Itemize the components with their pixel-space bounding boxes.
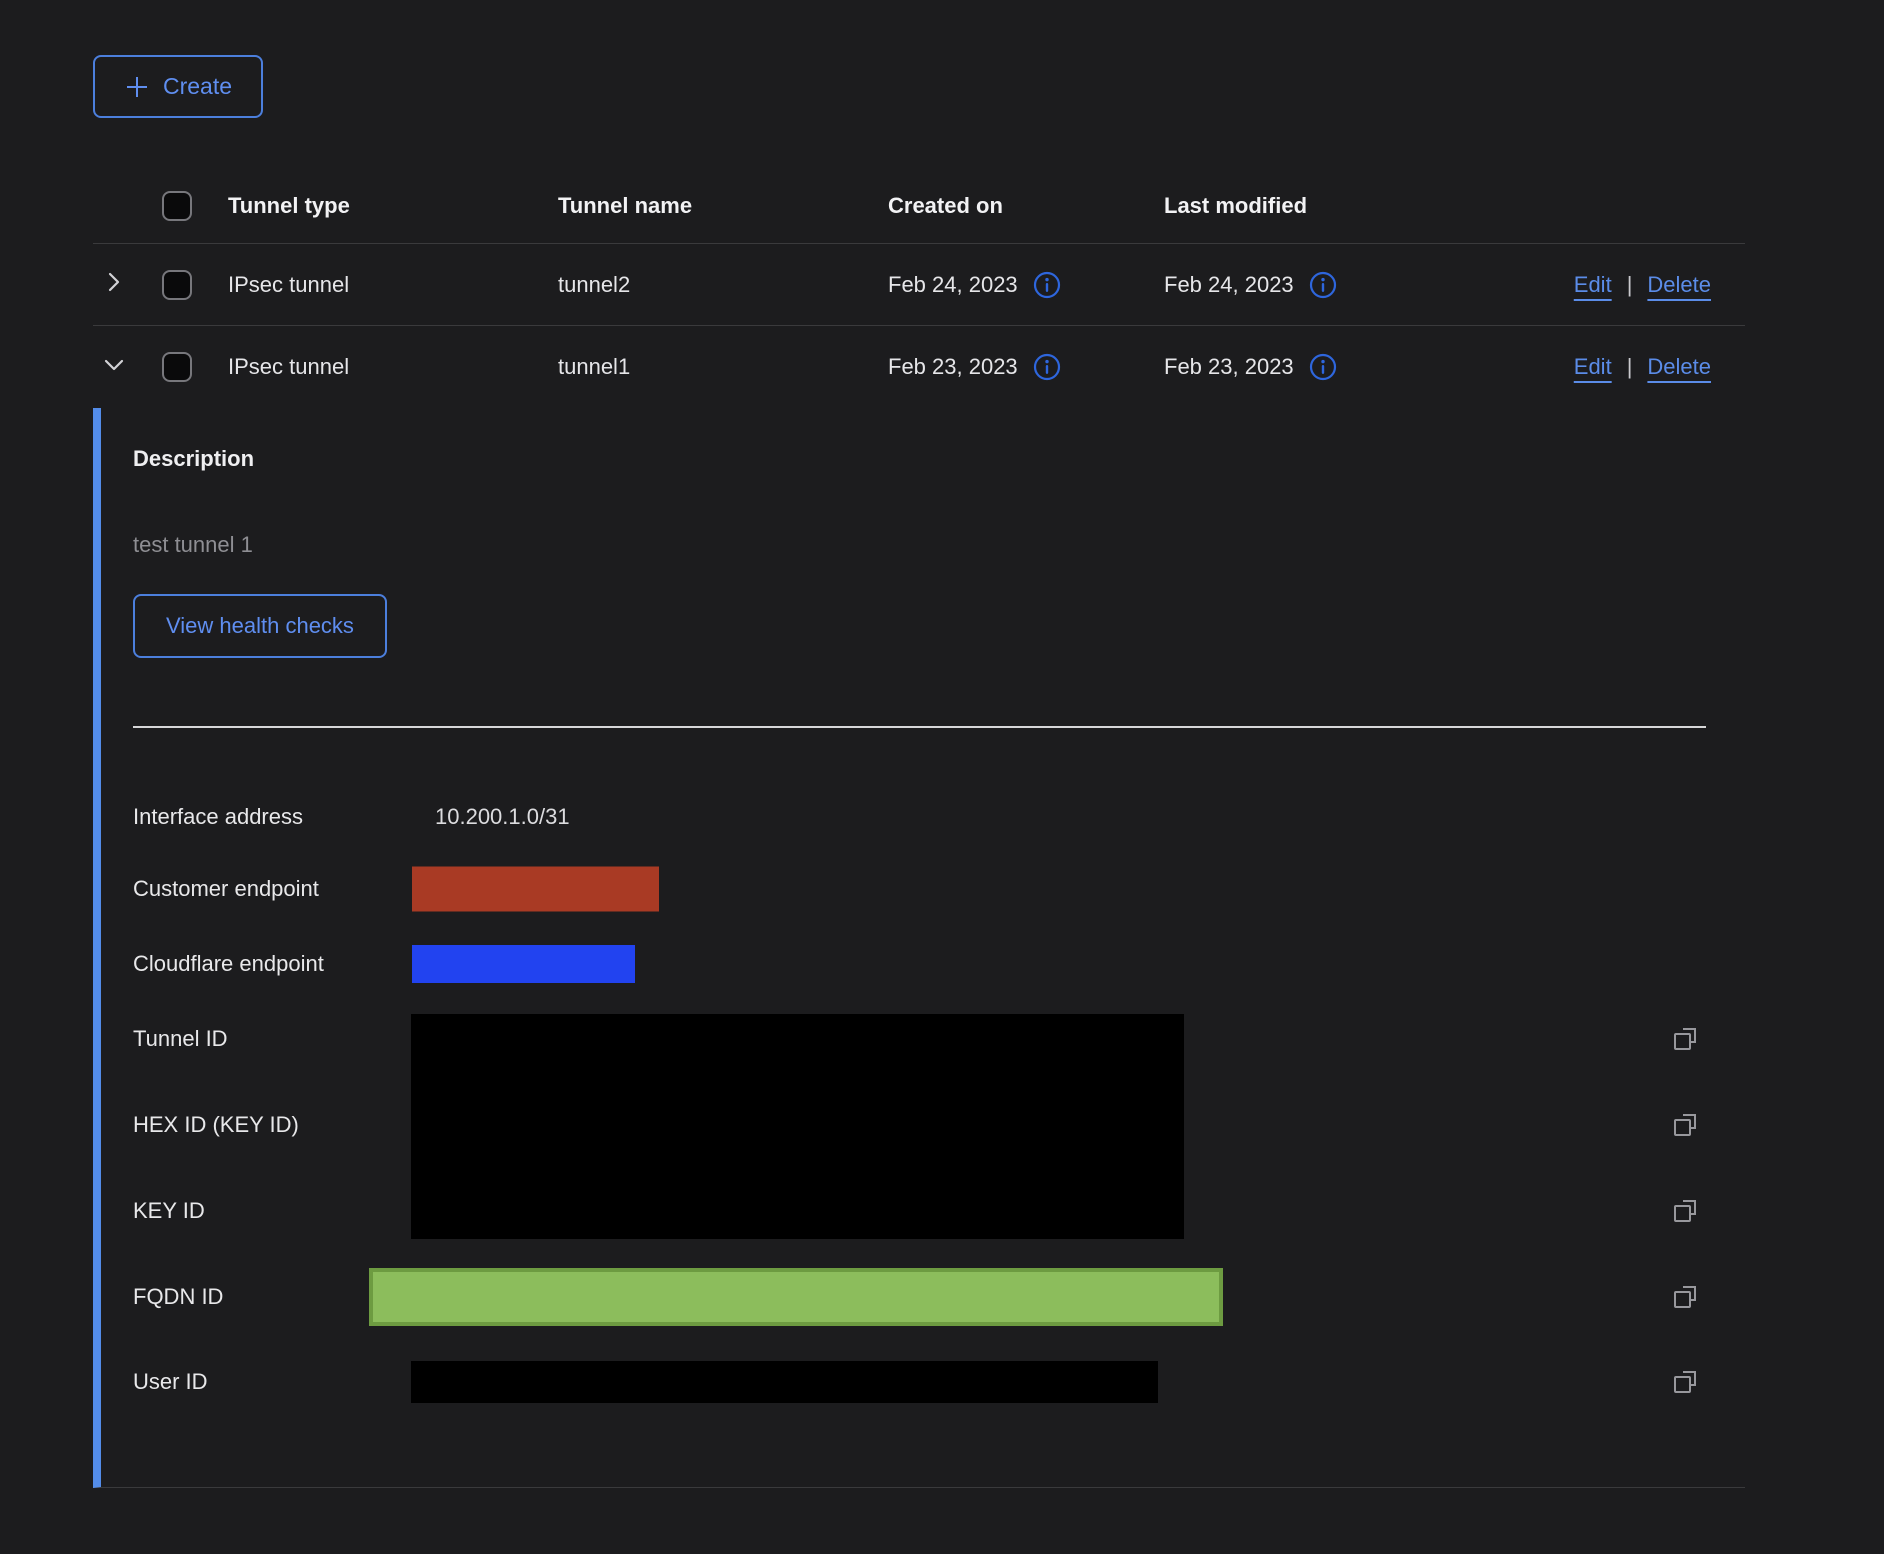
action-separator: | bbox=[1627, 272, 1633, 298]
table-row-tunnel1: IPsec tunnel tunnel1 Feb 23, 2023 Feb 23… bbox=[93, 326, 1745, 408]
description-value: test tunnel 1 bbox=[133, 532, 253, 558]
create-button-label: Create bbox=[163, 73, 232, 100]
info-icon[interactable] bbox=[1033, 271, 1061, 299]
interface-address-label: Interface address bbox=[133, 804, 303, 830]
edit-link[interactable]: Edit bbox=[1574, 272, 1612, 298]
created-on-cell: Feb 23, 2023 bbox=[888, 354, 1018, 380]
column-header-tunnel-type: Tunnel type bbox=[228, 193, 558, 219]
tunnel-details-panel: Description test tunnel 1 View health ch… bbox=[93, 408, 1745, 1488]
last-modified-cell: Feb 23, 2023 bbox=[1164, 354, 1294, 380]
tunnel-name-cell: tunnel1 bbox=[558, 354, 888, 380]
select-row-checkbox[interactable] bbox=[162, 352, 192, 382]
tunnels-page: Create Tunnel type Tunnel name Created o… bbox=[0, 0, 1884, 1554]
delete-link[interactable]: Delete bbox=[1647, 354, 1711, 380]
customer-endpoint-redaction bbox=[412, 867, 659, 912]
chevron-right-icon[interactable] bbox=[100, 268, 128, 296]
customer-endpoint-label: Customer endpoint bbox=[133, 876, 319, 902]
table-row-tunnel2: IPsec tunnel tunnel2 Feb 24, 2023 Feb 24… bbox=[93, 244, 1745, 326]
copy-icon[interactable] bbox=[1669, 1366, 1701, 1398]
description-label: Description bbox=[133, 446, 254, 472]
fqdn-id-redaction bbox=[369, 1268, 1223, 1326]
copy-icon[interactable] bbox=[1669, 1023, 1701, 1055]
tunnel-type-cell: IPsec tunnel bbox=[228, 354, 558, 380]
user-id-redaction bbox=[411, 1361, 1158, 1403]
action-separator: | bbox=[1627, 354, 1633, 380]
select-row-checkbox[interactable] bbox=[162, 270, 192, 300]
view-health-checks-button[interactable]: View health checks bbox=[133, 594, 387, 658]
tunnel-id-label: Tunnel ID bbox=[133, 1026, 228, 1052]
copy-icon[interactable] bbox=[1669, 1281, 1701, 1313]
cloudflare-endpoint-redaction bbox=[412, 945, 635, 983]
interface-address-value: 10.200.1.0/31 bbox=[435, 804, 570, 830]
info-icon[interactable] bbox=[1309, 271, 1337, 299]
select-all-checkbox[interactable] bbox=[162, 191, 192, 221]
key-id-label: KEY ID bbox=[133, 1198, 205, 1224]
hex-id-label: HEX ID (KEY ID) bbox=[133, 1112, 299, 1138]
table-header-row: Tunnel type Tunnel name Created on Last … bbox=[93, 168, 1745, 244]
tunnel-hex-key-id-redaction bbox=[411, 1014, 1184, 1239]
user-id-label: User ID bbox=[133, 1369, 208, 1395]
edit-link[interactable]: Edit bbox=[1574, 354, 1612, 380]
plus-icon bbox=[124, 74, 150, 100]
info-icon[interactable] bbox=[1033, 353, 1061, 381]
column-header-created-on: Created on bbox=[888, 193, 1164, 219]
last-modified-cell: Feb 24, 2023 bbox=[1164, 272, 1294, 298]
divider bbox=[133, 726, 1706, 728]
chevron-down-icon[interactable] bbox=[100, 351, 128, 379]
column-header-last-modified: Last modified bbox=[1164, 193, 1474, 219]
column-header-tunnel-name: Tunnel name bbox=[558, 193, 888, 219]
tunnel-type-cell: IPsec tunnel bbox=[228, 272, 558, 298]
create-button[interactable]: Create bbox=[93, 55, 263, 118]
copy-icon[interactable] bbox=[1669, 1109, 1701, 1141]
tunnel-name-cell: tunnel2 bbox=[558, 272, 888, 298]
copy-icon[interactable] bbox=[1669, 1195, 1701, 1227]
cloudflare-endpoint-label: Cloudflare endpoint bbox=[133, 951, 324, 977]
created-on-cell: Feb 24, 2023 bbox=[888, 272, 1018, 298]
info-icon[interactable] bbox=[1309, 353, 1337, 381]
delete-link[interactable]: Delete bbox=[1647, 272, 1711, 298]
tunnels-table: Tunnel type Tunnel name Created on Last … bbox=[93, 168, 1745, 1488]
fqdn-id-label: FQDN ID bbox=[133, 1284, 223, 1310]
